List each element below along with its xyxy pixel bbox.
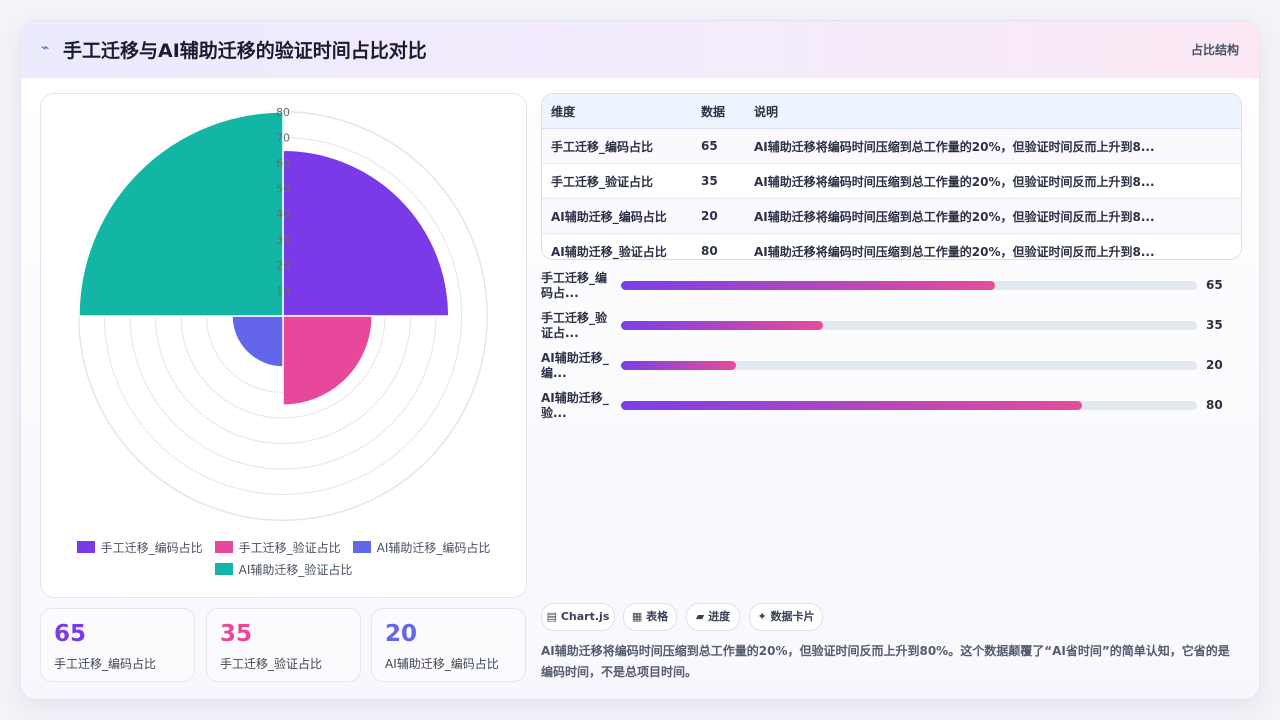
chip-table[interactable]: ▦ 表格 (623, 603, 677, 631)
progress-track (621, 321, 1197, 330)
legend-item[interactable]: AI辅助迁移_编码占比 (352, 537, 491, 559)
page-title: 手工迁移与AI辅助迁移的验证时间占比对比 (63, 40, 427, 62)
polar-chart-panel: 10 20 30 40 50 60 70 80 手工迁移_编码占比 手工迁移_验证占比 AI辅助迁… (40, 93, 527, 598)
table-header-value: 数据 (700, 94, 753, 129)
progress-track (621, 361, 1197, 370)
progress-row: AI辅助迁移_编... 20 (541, 351, 1241, 391)
progress-fill (621, 281, 996, 290)
legend-label: 手工迁移_验证占比 (238, 541, 341, 555)
stat-value: 65 (54, 621, 87, 647)
trend-line-icon: ⌁ (41, 40, 50, 56)
progress-track (621, 401, 1197, 410)
r-tick-label: 70 (276, 132, 290, 145)
progress-fill (621, 321, 823, 330)
chip-data-card[interactable]: ✦ 数据卡片 (749, 603, 823, 631)
table-cell-dimension: 手工迁移_编码占比 (542, 128, 700, 164)
r-tick-label: 40 (276, 208, 290, 221)
r-tick-label: 10 (276, 285, 290, 298)
table-header-description: 说明 (753, 94, 1241, 129)
stat-value: 20 (385, 621, 418, 647)
progress-icon: ▰ (695, 610, 705, 623)
r-tick-label: 50 (276, 183, 290, 196)
progress-bars: 手工迁移_编码占... 65 手工迁移_验证占... 35 AI辅助迁移_编..… (541, 271, 1241, 431)
legend-swatch (214, 563, 233, 575)
table-cell-value: 35 (700, 163, 753, 199)
summary-note: AI辅助迁移将编码时间压缩到总工作量的20%，但验证时间反而上升到80%。这个数… (541, 644, 1230, 679)
table-cell-dimension: AI辅助迁移_编码占比 (542, 198, 700, 234)
progress-label: 手工迁移_验证占... (541, 311, 608, 340)
table-cell-value: 20 (700, 198, 753, 234)
chip-label: 数据卡片 (770, 610, 815, 623)
table-row: 手工迁移_编码占比 65 AI辅助迁移将编码时间压缩到总工作量的20%，但验证时… (542, 128, 1241, 164)
table-cell-description: AI辅助迁移将编码时间压缩到总工作量的20%，但验证时间反而上升到8... (753, 163, 1241, 199)
legend-label: AI辅助迁移_编码占比 (376, 541, 491, 555)
legend-label: 手工迁移_编码占比 (100, 541, 203, 555)
table-cell-dimension: 手工迁移_验证占比 (542, 163, 700, 199)
r-tick-label: 30 (276, 234, 290, 247)
progress-row: AI辅助迁移_验... 80 (541, 391, 1241, 431)
table-cell-description: AI辅助迁移将编码时间压缩到总工作量的20%，但验证时间反而上升到8... (753, 233, 1241, 259)
stat-card: 35 手工迁移_验证占比 (206, 608, 361, 682)
r-tick-label: 20 (276, 259, 290, 272)
table-row: AI辅助迁移_编码占比 20 AI辅助迁移将编码时间压缩到总工作量的20%，但验… (542, 198, 1241, 234)
legend-swatch (214, 541, 233, 553)
progress-value: 20 (1206, 358, 1223, 372)
table-cell-description: AI辅助迁移将编码时间压缩到总工作量的20%，但验证时间反而上升到8... (753, 198, 1241, 234)
progress-label: AI辅助迁移_验... (541, 391, 609, 420)
legend-label: AI辅助迁移_验证占比 (238, 563, 353, 577)
chip-chartjs[interactable]: ▤ Chart.js (541, 603, 615, 631)
table-header-dimension: 维度 (542, 94, 700, 129)
dashboard-card: ⌁ 手工迁移与AI辅助迁移的验证时间占比对比 占比结构 10 20 30 40 50 60… (20, 20, 1260, 700)
polar-sector (231, 315, 284, 368)
chip-progress[interactable]: ▰ 进度 (686, 603, 740, 631)
legend-item[interactable]: 手工迁移_验证占比 (214, 537, 341, 559)
stat-label: AI辅助迁移_编码占比 (385, 657, 499, 671)
table-cell-value: 80 (700, 233, 753, 259)
polar-sector (78, 111, 284, 317)
chip-label: 表格 (646, 610, 669, 623)
table-icon: ▦ (631, 610, 643, 623)
chip-label: 进度 (708, 610, 731, 623)
data-table: 维度 数据 说明 手工迁移_编码占比 65 AI辅助迁移将编码时间压缩到总工作量… (541, 93, 1242, 260)
polar-sector (282, 315, 374, 407)
table-row: 手工迁移_验证占比 35 AI辅助迁移将编码时间压缩到总工作量的20%，但验证时… (542, 163, 1241, 199)
stat-card: 65 手工迁移_编码占比 (40, 608, 195, 682)
table-cell-value: 65 (700, 128, 753, 164)
progress-value: 35 (1206, 318, 1223, 332)
progress-label: AI辅助迁移_编... (541, 351, 609, 380)
progress-value: 65 (1206, 278, 1223, 292)
header-tag: 占比结构 (1190, 43, 1239, 57)
polar-area-chart: 10 20 30 40 50 60 70 80 (78, 106, 488, 521)
chart-legend: 手工迁移_编码占比 手工迁移_验证占比 AI辅助迁移_编码占比 AI辅助迁移_验证占比 (41, 537, 526, 581)
progress-label: 手工迁移_编码占... (541, 271, 608, 300)
progress-fill (621, 361, 737, 370)
progress-track (621, 281, 1197, 290)
progress-row: 手工迁移_编码占... 65 (541, 271, 1241, 311)
progress-value: 80 (1206, 398, 1223, 412)
stat-label: 手工迁移_验证占比 (220, 657, 323, 671)
stat-card: 20 AI辅助迁移_编码占比 (371, 608, 526, 682)
legend-item[interactable]: AI辅助迁移_验证占比 (214, 559, 353, 581)
chart-icon: ▤ (546, 610, 558, 623)
progress-fill (621, 401, 1082, 410)
table-cell-dimension: AI辅助迁移_验证占比 (542, 233, 700, 259)
legend-swatch (76, 541, 95, 553)
card-header: ⌁ 手工迁移与AI辅助迁移的验证时间占比对比 占比结构 (21, 21, 1259, 78)
stat-label: 手工迁移_编码占比 (54, 657, 157, 671)
component-chips: ▤ Chart.js ▦ 表格 ▰ 进度 ✦ 数据卡片 (541, 603, 1241, 631)
progress-row: 手工迁移_验证占... 35 (541, 311, 1241, 351)
legend-swatch (352, 541, 371, 553)
sparkle-icon: ✦ (757, 610, 767, 623)
r-tick-label: 60 (276, 157, 290, 170)
r-tick-label: 80 (276, 106, 290, 119)
stat-cards: 65 手工迁移_编码占比 35 手工迁移_验证占比 20 AI辅助迁移_编码占比 (40, 608, 526, 682)
table-row: AI辅助迁移_验证占比 80 AI辅助迁移将编码时间压缩到总工作量的20%，但验… (542, 233, 1241, 259)
legend-item[interactable]: 手工迁移_编码占比 (76, 537, 203, 559)
stat-value: 35 (220, 621, 253, 647)
chip-label: Chart.js (560, 610, 610, 623)
polar-sector (282, 149, 450, 317)
table-cell-description: AI辅助迁移将编码时间压缩到总工作量的20%，但验证时间反而上升到8... (753, 128, 1241, 164)
